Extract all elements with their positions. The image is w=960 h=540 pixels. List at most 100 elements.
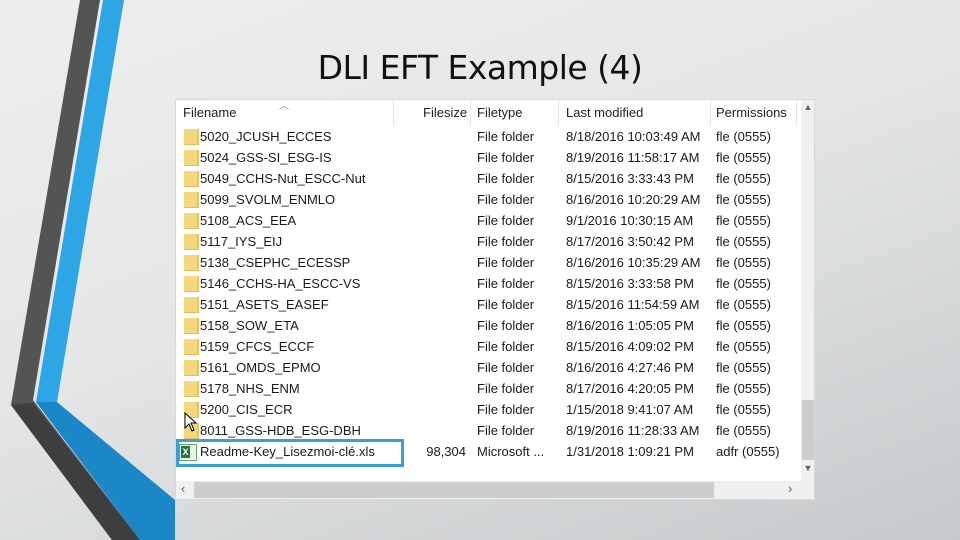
scroll-left-icon[interactable]: ‹ xyxy=(181,481,185,496)
file-name: 5117_IYS_EIJ xyxy=(200,234,283,249)
file-list: ︿ Filename Filesize Filetype Last modifi… xyxy=(176,100,801,481)
file-permissions: fle (0555) xyxy=(716,213,771,228)
file-row[interactable]: 5158_SOW_ETA File folder 8/16/2016 1:05:05… xyxy=(176,315,801,336)
folder-icon xyxy=(184,339,199,355)
scroll-down-icon[interactable]: ▼ xyxy=(803,463,813,473)
file-name: 5146_CCHS-HA_ESCC-VS xyxy=(200,276,361,291)
scroll-right-icon[interactable]: › xyxy=(788,481,792,496)
file-row[interactable]: 5200_CIS_ECR File folder 1/15/2018 9:41:07… xyxy=(176,399,801,420)
file-name: 5158_SOW_ETA xyxy=(200,318,299,333)
slide-title: DLI EFT Example (4) xyxy=(317,48,643,87)
folder-icon xyxy=(184,129,199,145)
file-modified: 8/18/2016 10:03:49 AM xyxy=(566,129,701,144)
file-type: File folder xyxy=(477,339,535,354)
column-divider[interactable] xyxy=(710,100,711,126)
file-row[interactable]: 5178_NHS_ENM File folder 8/17/2016 4:20:05… xyxy=(176,378,801,399)
file-row[interactable]: 5151_ASETS_EASEF File folder 8/15/2016 11:… xyxy=(176,294,801,315)
file-row[interactable]: 5020_JCUSH_ECCES File folder 8/18/2016 10:… xyxy=(176,126,801,147)
file-name: 5049_CCHS-Nut_ESCC-Nut xyxy=(200,171,366,186)
column-header-permissions[interactable]: Permissions xyxy=(716,105,787,120)
folder-icon xyxy=(184,150,199,166)
selection-highlight xyxy=(176,439,404,467)
folder-icon xyxy=(184,297,199,313)
file-permissions: fle (0555) xyxy=(716,318,771,333)
column-divider[interactable] xyxy=(796,100,797,126)
file-type: File folder xyxy=(477,276,535,291)
file-type: File folder xyxy=(477,150,535,165)
file-permissions: fle (0555) xyxy=(716,402,771,417)
blue-stripe-lower xyxy=(36,402,175,540)
folder-icon xyxy=(184,171,199,187)
file-name: 5159_CFCS_ECCF xyxy=(200,339,315,354)
file-modified: 8/15/2016 11:54:59 AM xyxy=(566,297,700,312)
file-type: File folder xyxy=(477,171,535,186)
mouse-cursor-icon xyxy=(184,412,198,432)
file-name: 5020_JCUSH_ECCES xyxy=(200,129,332,144)
file-row[interactable]: 5024_GSS-SI_ESG-IS File folder 8/19/2016 1… xyxy=(176,147,801,168)
file-modified: 8/19/2016 11:28:33 AM xyxy=(566,423,700,438)
file-permissions: fle (0555) xyxy=(716,297,771,312)
file-permissions: fle (0555) xyxy=(716,129,771,144)
file-type: File folder xyxy=(477,255,535,270)
file-name: 5108_ACS_EEA xyxy=(200,213,297,228)
horizontal-scrollbar[interactable]: ‹ › xyxy=(176,481,801,498)
file-name: 5178_NHS_ENM xyxy=(200,381,300,396)
file-permissions: fle (0555) xyxy=(716,192,771,207)
file-permissions: fle (0555) xyxy=(716,171,771,186)
vertical-scroll-thumb[interactable] xyxy=(802,400,814,460)
file-modified: 8/16/2016 1:05:05 PM xyxy=(566,318,694,333)
file-modified: 9/1/2016 10:30:15 AM xyxy=(566,213,694,228)
column-header-filetype[interactable]: Filetype xyxy=(477,105,523,120)
file-modified: 8/16/2016 10:20:29 AM xyxy=(566,192,701,207)
vertical-scrollbar[interactable]: ▲ ▼ xyxy=(802,100,814,481)
column-header-filesize[interactable]: Filesize xyxy=(423,105,467,120)
file-modified: 8/15/2016 3:33:58 PM xyxy=(566,276,694,291)
file-type: File folder xyxy=(477,297,535,312)
horizontal-scroll-thumb[interactable] xyxy=(194,482,714,498)
file-type: File folder xyxy=(477,192,535,207)
file-permissions: fle (0555) xyxy=(716,423,771,438)
file-name: 5024_GSS-SI_ESG-IS xyxy=(200,150,332,165)
file-permissions: fle (0555) xyxy=(716,276,771,291)
column-header-row: ︿ Filename Filesize Filetype Last modifi… xyxy=(176,100,801,126)
file-permissions: fle (0555) xyxy=(716,150,771,165)
file-modified: 8/16/2016 4:27:46 PM xyxy=(566,360,694,375)
file-row[interactable]: 5161_OMDS_EPMO File folder 8/16/2016 4:27:… xyxy=(176,357,801,378)
sort-ascending-icon: ︿ xyxy=(279,101,289,112)
scroll-up-icon[interactable]: ▲ xyxy=(803,102,813,112)
file-row[interactable]: 5159_CFCS_ECCF File folder 8/15/2016 4:09:… xyxy=(176,336,801,357)
file-row[interactable]: 5138_CSEPHC_ECESSP File folder 8/16/2016 1… xyxy=(176,252,801,273)
column-header-filename[interactable]: Filename xyxy=(183,105,236,120)
file-explorer-window: ︿ Filename Filesize Filetype Last modifi… xyxy=(175,99,815,500)
column-divider[interactable] xyxy=(393,100,394,126)
file-type: File folder xyxy=(477,213,535,228)
file-type: File folder xyxy=(477,360,535,375)
column-divider[interactable] xyxy=(558,100,559,126)
file-name: 8011_GSS-HDB_ESG-DBH xyxy=(200,423,361,438)
file-name: 5151_ASETS_EASEF xyxy=(200,297,329,312)
file-row[interactable]: 5108_ACS_EEA File folder 9/1/2016 10:30:15… xyxy=(176,210,801,231)
file-name: 5138_CSEPHC_ECESSP xyxy=(200,255,351,270)
file-row[interactable]: 5146_CCHS-HA_ESCC-VS File folder 8/15/2016… xyxy=(176,273,801,294)
file-modified: 1/31/2018 1:09:21 PM xyxy=(566,444,694,459)
file-name: 5099_SVOLM_ENMLO xyxy=(200,192,336,207)
column-divider[interactable] xyxy=(470,100,471,126)
file-name: 5161_OMDS_EPMO xyxy=(200,360,321,375)
folder-icon xyxy=(184,381,199,397)
folder-icon xyxy=(184,234,199,250)
file-permissions: fle (0555) xyxy=(716,381,771,396)
file-modified: 8/17/2016 4:20:05 PM xyxy=(566,381,694,396)
file-type: File folder xyxy=(477,318,535,333)
file-modified: 8/17/2016 3:50:42 PM xyxy=(566,234,694,249)
column-header-last-modified[interactable]: Last modified xyxy=(566,105,643,120)
file-row[interactable]: 8011_GSS-HDB_ESG-DBH File folder 8/19/2016… xyxy=(176,420,801,441)
file-name: 5200_CIS_ECR xyxy=(200,402,293,417)
folder-icon xyxy=(184,318,199,334)
file-modified: 8/16/2016 10:35:29 AM xyxy=(566,255,701,270)
file-modified: 8/15/2016 4:09:02 PM xyxy=(566,339,694,354)
file-permissions: fle (0555) xyxy=(716,360,771,375)
file-row[interactable]: 5049_CCHS-Nut_ESCC-Nut File folder 8/15/20… xyxy=(176,168,801,189)
file-type: File folder xyxy=(477,402,535,417)
file-row[interactable]: 5099_SVOLM_ENMLO File folder 8/16/2016 10:… xyxy=(176,189,801,210)
file-row[interactable]: 5117_IYS_EIJ File folder 8/17/2016 3:50:42… xyxy=(176,231,801,252)
